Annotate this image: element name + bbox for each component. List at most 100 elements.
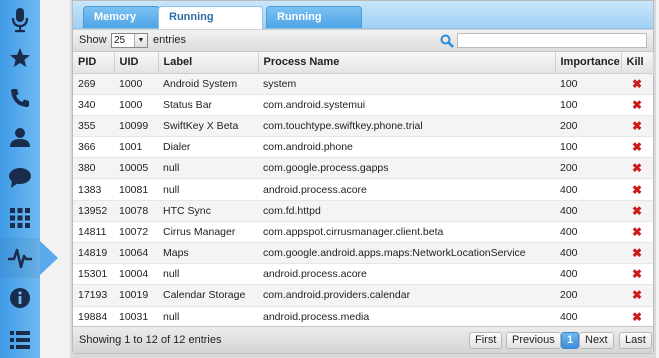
process-table: PID UID Label Process Name Importance Ki… (73, 52, 654, 328)
uid-cell: 10078 (114, 200, 158, 222)
process-name-cell: com.android.providers.calendar (258, 284, 555, 307)
column-header-importance[interactable]: Importance (555, 52, 622, 74)
pid-cell: 380 (73, 157, 114, 180)
importance-cell: 200 (555, 157, 621, 180)
table-row: 269 1000 Android System system 100 ✖ (73, 73, 653, 95)
pid-cell: 14811 (73, 221, 114, 244)
column-header-process-name[interactable]: Process Name (258, 52, 556, 74)
table-row: 380 10005 null com.google.process.gapps 200 ✖ (73, 157, 653, 180)
uid-cell: 1000 (114, 73, 158, 95)
importance-cell: 200 (555, 115, 621, 138)
table-row: 17193 10019 Calendar Storage com.android.pr… (73, 284, 653, 307)
label-cell: Android System (158, 73, 258, 95)
sidebar-item-favorites[interactable] (0, 38, 40, 78)
table-row: 15301 10004 null android.process.acore 400 ✖ (73, 263, 653, 286)
process-name-cell: com.android.phone (258, 136, 555, 159)
importance-cell: 100 (555, 73, 621, 95)
search-input[interactable] (457, 33, 647, 48)
process-name-cell: com.google.android.apps.maps:NetworkLoca… (258, 242, 555, 265)
tab-bar: Memory Info Running Processes Running Se… (73, 1, 653, 44)
kill-process-icon[interactable]: ✖ (632, 119, 642, 133)
label-cell: Cirrus Manager (158, 221, 258, 244)
kill-process-icon[interactable]: ✖ (632, 161, 642, 175)
pid-cell: 17193 (73, 284, 114, 307)
sidebar-item-voice[interactable] (0, 0, 40, 40)
kill-cell: ✖ (621, 306, 653, 328)
tab-running-processes[interactable]: Running Processes (158, 6, 263, 44)
table-row: 14811 10072 Cirrus Manager com.appspot.cirr… (73, 221, 653, 244)
label-cell: null (158, 263, 258, 286)
label-cell: Dialer (158, 136, 258, 159)
active-item-pointer (40, 241, 58, 275)
sidebar-item-apps[interactable] (0, 198, 40, 238)
label-cell: null (158, 306, 258, 328)
star-icon (10, 48, 30, 67)
process-name-cell: com.fd.httpd (258, 200, 555, 222)
tab-running-services[interactable]: Running Services (266, 6, 362, 44)
kill-process-icon[interactable]: ✖ (632, 267, 642, 281)
importance-cell: 400 (555, 200, 621, 222)
label-cell: null (158, 178, 258, 201)
kill-process-icon[interactable]: ✖ (632, 77, 642, 91)
pulse-icon (8, 248, 32, 269)
pid-cell: 13952 (73, 200, 114, 222)
label-cell: Maps (158, 242, 258, 265)
column-header-label[interactable]: Label (158, 52, 259, 74)
kill-process-icon[interactable]: ✖ (632, 225, 642, 239)
next-page-button[interactable]: Next (579, 332, 614, 349)
phone-icon (11, 89, 29, 107)
table-toolbar: Show 25 ▼ entries (73, 30, 653, 52)
kill-cell: ✖ (621, 136, 653, 159)
page-1-button[interactable]: 1 (561, 332, 580, 349)
label-cell: SwiftKey X Beta (158, 115, 258, 138)
table-row: 366 1001 Dialer com.android.phone 100 ✖ (73, 136, 653, 159)
previous-page-button[interactable]: Previous (506, 332, 561, 349)
kill-process-icon[interactable]: ✖ (632, 204, 642, 218)
sidebar-item-messages[interactable] (0, 158, 40, 198)
importance-cell: 100 (555, 94, 621, 116)
kill-process-icon[interactable]: ✖ (632, 246, 642, 260)
grid-icon (10, 208, 30, 228)
page-size-select[interactable]: 25 ▼ (111, 33, 148, 48)
dropdown-arrow-icon: ▼ (134, 34, 147, 47)
process-name-cell: com.appspot.cirrusmanager.client.beta (258, 221, 555, 244)
main-panel: Memory Info Running Processes Running Se… (72, 0, 654, 354)
table-row: 340 1000 Status Bar com.android.systemui 100… (73, 94, 653, 116)
kill-process-icon[interactable]: ✖ (632, 98, 642, 112)
uid-cell: 10081 (114, 178, 158, 201)
uid-cell: 10005 (114, 157, 158, 180)
kill-cell: ✖ (621, 94, 653, 116)
uid-cell: 1000 (114, 94, 158, 116)
column-header-pid[interactable]: PID (73, 52, 115, 74)
process-name-cell: com.touchtype.swiftkey.phone.trial (258, 115, 555, 138)
sidebar (0, 0, 40, 358)
importance-cell: 100 (555, 136, 621, 159)
kill-cell: ✖ (621, 284, 653, 307)
kill-cell: ✖ (621, 263, 653, 286)
column-header-uid[interactable]: UID (114, 52, 159, 74)
label-cell: HTC Sync (158, 200, 258, 222)
kill-process-icon[interactable]: ✖ (632, 183, 642, 197)
sidebar-item-phone[interactable] (0, 78, 40, 118)
uid-cell: 10064 (114, 242, 158, 265)
tab-memory-info[interactable]: Memory Info (83, 6, 160, 44)
first-page-button[interactable]: First (469, 332, 503, 349)
kill-process-icon[interactable]: ✖ (632, 310, 642, 324)
sidebar-item-info[interactable] (0, 278, 40, 318)
sidebar-item-contacts[interactable] (0, 117, 40, 157)
column-header-kill[interactable]: Kill (621, 52, 654, 74)
process-name-cell: android.process.media (258, 306, 555, 328)
label-cell: null (158, 157, 258, 180)
info-icon (10, 288, 30, 308)
last-page-button[interactable]: Last (619, 332, 652, 349)
sidebar-item-list[interactable] (0, 320, 40, 358)
uid-cell: 10099 (114, 115, 158, 138)
importance-cell: 400 (555, 221, 621, 244)
sidebar-item-processes[interactable] (0, 238, 40, 278)
label-cell: Status Bar (158, 94, 258, 116)
importance-cell: 400 (555, 306, 621, 328)
kill-process-icon[interactable]: ✖ (632, 140, 642, 154)
kill-process-icon[interactable]: ✖ (632, 288, 642, 302)
show-label: Show (79, 34, 107, 46)
table-row: 13952 10078 HTC Sync com.fd.httpd 400 ✖ (73, 200, 653, 222)
